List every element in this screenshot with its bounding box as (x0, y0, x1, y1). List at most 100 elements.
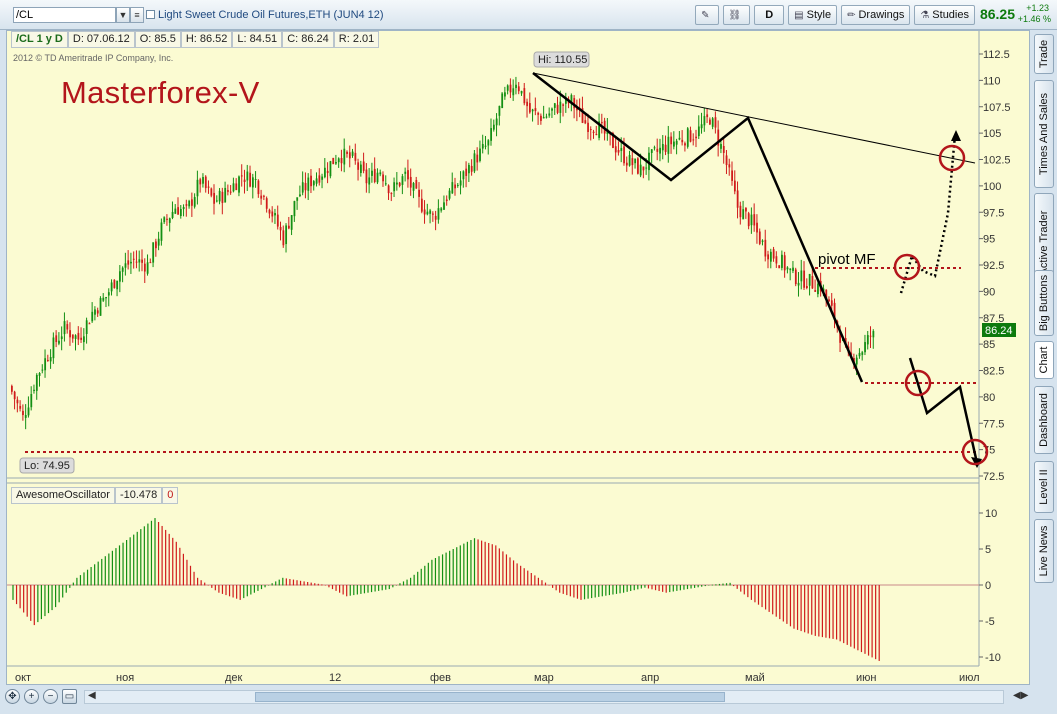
candle (335, 154, 337, 165)
candle (127, 250, 130, 270)
candle-body (855, 357, 858, 365)
candle-body (601, 122, 603, 124)
candle (301, 171, 304, 196)
instrument-checkbox-icon[interactable] (146, 10, 155, 19)
candle (678, 131, 681, 141)
style-button[interactable]: ▤ Style (788, 5, 838, 25)
time-tick-label: май (745, 672, 765, 684)
candle (828, 296, 830, 302)
oscillator-name[interactable]: AwesomeOscillator (11, 487, 115, 504)
candle (116, 280, 119, 297)
candle-body (119, 271, 121, 282)
settings-button[interactable]: ✎ (695, 5, 719, 25)
candle (119, 265, 121, 293)
candle-body (251, 177, 254, 188)
candle-body (163, 217, 166, 223)
candle-body (703, 116, 706, 126)
symbol-period-cell[interactable]: /CL 1 y D (11, 31, 68, 48)
link-button[interactable]: ⛓ (722, 5, 751, 25)
studies-button[interactable]: ⚗ Studies (914, 5, 975, 25)
zoom-reset-icon[interactable]: ▭ (62, 689, 77, 704)
candle-body (182, 207, 185, 210)
side-tab-live-news[interactable]: Live News (1034, 519, 1054, 583)
candle (598, 113, 601, 141)
candle-body (271, 211, 274, 217)
candle-body (551, 108, 553, 111)
candle (312, 180, 315, 191)
candle (88, 322, 91, 325)
side-tab-big-buttons[interactable]: Big Buttons (1034, 270, 1054, 336)
symbol-dropdown-icon[interactable]: ▼ (116, 7, 130, 23)
candle (113, 279, 116, 289)
current-price-tag-text: 86.24 (985, 325, 1013, 337)
candle-body (487, 140, 490, 146)
time-scrollbar[interactable] (84, 690, 1004, 704)
scrollbar-thumb[interactable] (255, 692, 725, 702)
candle-body (714, 117, 717, 128)
scroll-left-icon[interactable]: ◀ (88, 690, 96, 701)
candle (681, 130, 684, 146)
candle-body (526, 101, 529, 107)
candle (614, 137, 617, 161)
symbol-lookup-icon[interactable]: ≡ (130, 7, 144, 23)
symbol-input[interactable]: /CL (13, 7, 116, 23)
chart-area[interactable]: 112.5 110 107.5 105 102.5 100 97.5 95 92.5 90 87.5… (6, 30, 1030, 685)
candle-body (285, 225, 288, 245)
candle (166, 214, 168, 226)
candle-body (55, 335, 58, 342)
candle-body (454, 184, 456, 189)
candle (501, 92, 504, 109)
candle-body (88, 323, 91, 325)
candle-body (58, 340, 60, 344)
candle (296, 197, 299, 210)
candle-body (731, 170, 733, 181)
candle (540, 113, 542, 125)
chart-canvas[interactable]: 112.5110107.5105102.510097.59592.59087.5… (7, 31, 1031, 686)
high-cell: H: 86.52 (180, 31, 233, 48)
candle-body (204, 176, 207, 189)
candle (171, 201, 174, 220)
drawings-button[interactable]: ✏ Drawings (841, 5, 911, 25)
scroll-right-icon[interactable]: ◀▶ (1013, 690, 1028, 701)
candle (440, 206, 443, 213)
candle (589, 126, 592, 141)
candle-body (293, 201, 296, 217)
candle (675, 138, 678, 155)
candle (27, 396, 30, 418)
candle (426, 203, 429, 216)
candle (124, 252, 127, 276)
period-button[interactable]: D (754, 5, 785, 25)
side-tab-times-and-sales[interactable]: Times And Sales (1034, 80, 1054, 188)
pan-icon[interactable]: ✥ (5, 689, 20, 704)
side-tab-trade[interactable]: Trade (1034, 34, 1054, 74)
candle (866, 331, 869, 350)
candle (509, 78, 512, 99)
candle-body (401, 176, 404, 185)
candle (38, 372, 41, 387)
candle (251, 173, 254, 199)
date-cell: D: 07.06.12 (67, 31, 135, 48)
candle-body (110, 282, 113, 292)
candle (315, 172, 318, 187)
side-tab-level-ii[interactable]: Level II (1034, 461, 1054, 513)
zoom-out-icon[interactable]: − (43, 689, 58, 704)
side-tab-chart[interactable]: Chart (1034, 341, 1054, 379)
candle (739, 201, 742, 225)
candle-body (764, 239, 767, 257)
top-toolbar: /CL ▼ ≡ Light Sweet Crude Oil Futures,ET… (0, 0, 1057, 30)
candle-body (720, 144, 722, 149)
candle (329, 160, 332, 179)
candle-body (238, 176, 240, 193)
candle (282, 225, 285, 248)
candle (91, 302, 94, 323)
candle (191, 192, 193, 217)
candle (775, 251, 778, 268)
candle (445, 195, 448, 206)
candle-body (44, 358, 47, 371)
candle-body (243, 179, 246, 182)
candle-body (481, 143, 484, 149)
side-tab-dashboard[interactable]: Dashboard (1034, 386, 1054, 454)
zoom-in-icon[interactable]: + (24, 689, 39, 704)
candle-body (542, 117, 545, 119)
candle-body (235, 183, 238, 191)
